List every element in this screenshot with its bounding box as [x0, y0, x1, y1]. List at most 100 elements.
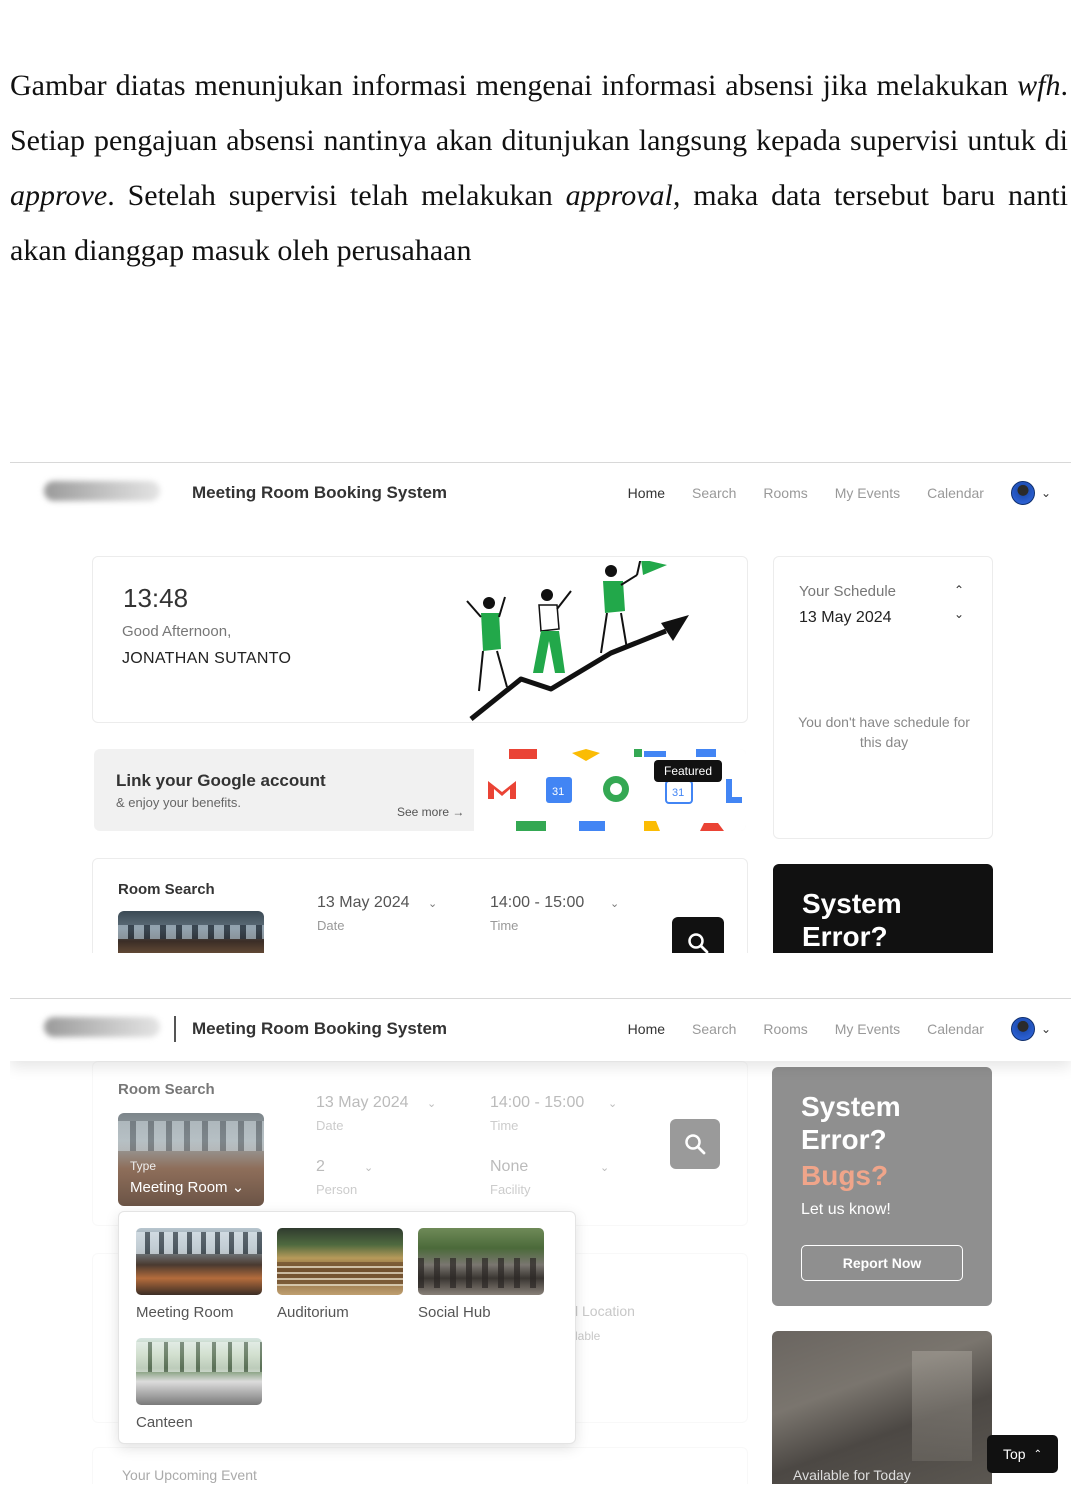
search-icon [688, 933, 709, 953]
user-avatar[interactable] [1010, 481, 1035, 505]
schedule-date: 13 May 2024 [799, 609, 892, 626]
time-value[interactable]: 14:00 - 15:00 [490, 894, 584, 912]
app-title: Meeting Room Booking System [192, 1019, 448, 1038]
social-hub-image [418, 1228, 544, 1295]
para-italic-approval: approval, [565, 179, 681, 212]
room-type-dropdown: Meeting Room Auditorium Social Hub Cante… [118, 1211, 576, 1444]
room-type-option-canteen[interactable]: Canteen [136, 1338, 262, 1431]
facility-value[interactable]: None [490, 1158, 528, 1176]
auditorium-image [277, 1228, 403, 1295]
bug-report-card: System Error? Bugs? Let us know! Report … [772, 1067, 992, 1306]
location-label-partial: l Location [575, 1303, 635, 1319]
chevron-down-icon[interactable]: ⌄ [600, 1161, 609, 1174]
nav-links: Home Search Rooms My Events Calendar ⌄ [628, 463, 1071, 523]
chevron-up-icon[interactable]: ⌃ [954, 583, 964, 597]
navbar: Meeting Room Booking System Home Search … [10, 463, 1071, 523]
nav-home[interactable]: Home [628, 485, 665, 501]
type-select[interactable]: Type Meeting Room ⌄ [118, 1113, 264, 1206]
app-title: Meeting Room Booking System [192, 483, 448, 502]
company-logo[interactable] [44, 1017, 160, 1037]
room-type-label: Meeting Room [136, 1304, 234, 1321]
google-apps-icons: 31 31 Featured [474, 749, 746, 831]
error-line-system: System [801, 1091, 901, 1122]
person-label: Person [316, 1182, 358, 1197]
error-line-error: Error? [801, 1124, 887, 1155]
schedule-empty-message: You don't have schedule for this day [798, 714, 970, 750]
nav-home[interactable]: Home [628, 1021, 665, 1037]
search-icon [685, 1134, 706, 1155]
room-type-label: Social Hub [418, 1304, 491, 1321]
date-label: Date [316, 1118, 344, 1133]
nav-divider [174, 1016, 176, 1042]
nav-my-events[interactable]: My Events [835, 1021, 900, 1037]
navbar: Meeting Room Booking System Home Search … [10, 999, 1071, 1061]
nav-rooms[interactable]: Rooms [763, 485, 807, 501]
nav-search[interactable]: Search [692, 485, 736, 501]
person-value[interactable]: 2 [316, 1158, 325, 1176]
date-label: Date [317, 918, 345, 933]
welcome-card: 13:48 Good Afternoon, JONATHAN SUTANTO [92, 556, 748, 723]
schedule-card: Your Schedule 13 May 2024 ⌃ ⌄ You don't … [773, 556, 993, 839]
google-link-card[interactable]: Link your Google account & enjoy your be… [94, 749, 746, 831]
room-type-option-social-hub[interactable]: Social Hub [418, 1228, 544, 1321]
chevron-down-icon[interactable]: ⌄ [610, 897, 619, 910]
time-label: Time [490, 918, 519, 933]
search-button[interactable] [670, 1119, 720, 1169]
back-to-top-button[interactable]: Top ⌃ [987, 1435, 1058, 1473]
report-now-button[interactable]: Report Now [801, 1245, 963, 1281]
facility-label: Facility [490, 1182, 531, 1197]
nav-calendar[interactable]: Calendar [927, 1021, 984, 1037]
search-screenshot: Meeting Room Booking System Home Search … [10, 998, 1071, 1484]
search-button[interactable] [672, 917, 724, 953]
top-label: Top [1003, 1446, 1026, 1462]
chevron-down-icon[interactable]: ⌄ [428, 897, 437, 910]
room-search-card: Room Search 13 May 2024 ⌄ Date 14:00 - 1… [92, 858, 748, 953]
schedule-title: Your Schedule [799, 583, 897, 600]
room-type-thumbnail[interactable] [118, 911, 264, 953]
chevron-down-icon[interactable]: ⌄ [427, 1097, 436, 1110]
room-search-title: Room Search [118, 1081, 215, 1098]
clock: 13:48 [123, 583, 189, 613]
room-type-option-auditorium[interactable]: Auditorium [277, 1228, 403, 1321]
chevron-down-icon[interactable]: ⌄ [608, 1097, 617, 1110]
meeting-room-image [136, 1228, 262, 1295]
type-value: Meeting Room ⌄ [130, 1179, 245, 1196]
chevron-down-icon[interactable]: ⌄ [1041, 486, 1051, 500]
user-avatar[interactable] [1010, 1017, 1035, 1041]
username: JONATHAN SUTANTO [122, 650, 292, 667]
svg-text:31: 31 [552, 786, 564, 798]
time-value[interactable]: 14:00 - 15:00 [490, 1094, 584, 1112]
para-text-3: . Setelah supervisi telah melakukan [107, 179, 566, 212]
para-text-1: Gambar diatas menunjukan informasi menge… [10, 69, 1018, 102]
error-line-system: System [802, 888, 902, 919]
nav-my-events[interactable]: My Events [835, 485, 900, 501]
chevron-down-icon[interactable]: ⌄ [1041, 1022, 1051, 1036]
error-subtitle: Let us know! [801, 1201, 891, 1218]
google-card-subtitle: & enjoy your benefits. [116, 795, 242, 810]
dashboard-screenshot: Meeting Room Booking System Home Search … [10, 462, 1071, 953]
date-value[interactable]: 13 May 2024 [316, 1094, 409, 1112]
chevron-down-icon[interactable]: ⌄ [954, 607, 964, 621]
nav-rooms[interactable]: Rooms [763, 1021, 807, 1037]
featured-badge: Featured [654, 760, 723, 782]
see-more-link[interactable]: See more → [397, 805, 464, 819]
upcoming-event-title: Your Upcoming Event [122, 1467, 257, 1483]
nav-calendar[interactable]: Calendar [927, 485, 984, 501]
room-search-title: Room Search [118, 881, 215, 898]
chevron-down-icon[interactable]: ⌄ [364, 1161, 373, 1174]
nav-search[interactable]: Search [692, 1021, 736, 1037]
para-italic-approve: approve [10, 179, 108, 212]
room-type-option-meeting-room[interactable]: Meeting Room [136, 1228, 262, 1321]
nav-links: Home Search Rooms My Events Calendar ⌄ [628, 999, 1071, 1059]
available-today-card[interactable]: Available for Today [772, 1331, 992, 1484]
room-type-label: Canteen [136, 1414, 193, 1431]
svg-text:31: 31 [672, 787, 684, 799]
available-label-partial: lable [575, 1329, 601, 1343]
date-value[interactable]: 13 May 2024 [317, 894, 410, 912]
available-today-label: Available for Today [793, 1467, 911, 1483]
error-line-bugs: Bugs? [801, 1160, 889, 1191]
greeting: Good Afternoon, [122, 623, 232, 640]
google-card-title: Link your Google account [116, 771, 326, 790]
room-type-label: Auditorium [277, 1304, 349, 1321]
company-logo[interactable] [44, 481, 160, 501]
